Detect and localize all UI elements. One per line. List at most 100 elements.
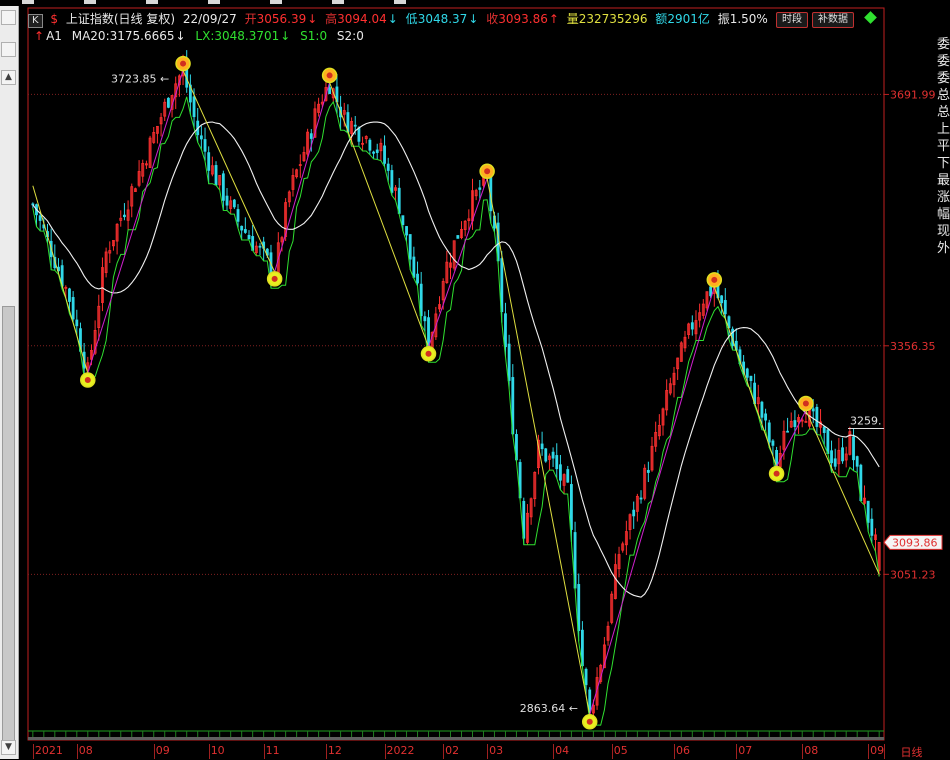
peak-marker — [706, 272, 723, 288]
candle-body — [214, 165, 218, 186]
candle — [628, 513, 632, 540]
zigzag-segment — [182, 70, 276, 273]
panel-label: 下 — [937, 156, 950, 171]
marker-dot — [326, 72, 333, 79]
candle — [412, 246, 416, 279]
candle-body — [709, 286, 713, 297]
x-tick-label: 10 — [210, 744, 225, 757]
candle-body — [372, 151, 375, 154]
candle-body — [207, 152, 211, 171]
candle — [749, 375, 753, 389]
time-period-button[interactable]: 时段 — [776, 12, 808, 28]
candle — [874, 528, 877, 552]
candles — [31, 50, 881, 726]
candle-body — [192, 96, 196, 118]
candle-body — [405, 226, 408, 236]
x-tick-label: 05 — [613, 744, 628, 757]
zigzag-segment — [486, 178, 591, 715]
y-axis: 3691.99 3356.35 3051.23 3093.86 3259. — [848, 88, 943, 581]
candle — [449, 252, 452, 279]
lx-line — [32, 96, 880, 726]
candle — [104, 247, 108, 278]
candle-body — [225, 195, 229, 206]
amount-label: 额 — [655, 12, 668, 26]
level-label: 3259. — [850, 414, 882, 427]
candle — [646, 461, 650, 483]
price-annotations: 3723.85 ← 2863.64 ← — [111, 73, 578, 715]
candle-body — [236, 209, 240, 222]
candle — [126, 200, 130, 230]
candle — [467, 209, 471, 230]
zigzag-segment — [32, 185, 89, 374]
candle — [335, 73, 339, 114]
candle-body — [855, 456, 859, 467]
zigzag-segment — [805, 410, 880, 575]
candle-body — [584, 668, 588, 686]
candle-body — [357, 127, 361, 142]
panel-label: 现 — [937, 224, 950, 239]
panel-label: 委 — [937, 54, 950, 69]
candle-body — [852, 436, 855, 461]
candle — [416, 261, 419, 287]
zigzag-segment — [274, 82, 331, 273]
candle-body — [811, 408, 815, 412]
candle — [639, 490, 643, 504]
marker-dot — [180, 60, 187, 67]
candle — [71, 291, 75, 323]
candle-body — [408, 234, 412, 260]
candle — [364, 135, 368, 144]
candle-body — [870, 518, 874, 536]
candle-body — [401, 215, 405, 225]
candle — [672, 366, 676, 398]
indicator-name[interactable]: A1 — [46, 29, 62, 43]
candle — [243, 217, 247, 234]
candle — [687, 322, 691, 339]
panel-label: 外 — [937, 241, 950, 256]
candle — [251, 224, 255, 251]
supplement-data-button[interactable]: 补数据 — [812, 12, 854, 28]
candle — [848, 426, 852, 456]
candle-body — [328, 87, 332, 95]
s1-label: S1: — [300, 29, 320, 43]
arrow-up-icon: ↑ — [548, 12, 559, 26]
candle — [819, 409, 822, 436]
candle-body — [507, 343, 511, 381]
trough-marker — [420, 346, 437, 362]
candle — [130, 183, 134, 218]
candle — [661, 407, 665, 436]
candle — [214, 161, 218, 186]
x-tick-label: 08 — [804, 744, 819, 757]
candle — [456, 235, 460, 239]
candle — [617, 546, 621, 578]
candle — [298, 154, 302, 178]
s2-value: 0 — [356, 29, 364, 43]
x-tick — [868, 744, 870, 759]
candle — [544, 447, 548, 463]
quote-date: 22/09/27 — [182, 12, 237, 26]
candle — [188, 74, 192, 115]
candle-body — [646, 469, 650, 473]
candle — [694, 310, 698, 341]
period-label[interactable]: 日线 — [884, 744, 938, 759]
candlestick-chart[interactable]: 3723.85 ← 2863.64 ← 3691.99 3356.35 3051.23… — [0, 0, 950, 759]
candle-body — [423, 316, 427, 322]
candle-body — [720, 295, 724, 304]
candle — [258, 243, 262, 256]
candle — [144, 160, 148, 169]
x-tick-label: 2021 — [34, 744, 63, 757]
k-button[interactable]: K — [28, 14, 43, 28]
candle-body — [632, 509, 636, 517]
candle — [463, 220, 467, 237]
candle-body — [841, 447, 844, 462]
volume-bar — [28, 737, 884, 740]
panel-label: 平 — [937, 139, 950, 154]
candle — [679, 341, 683, 362]
candle — [837, 437, 841, 477]
x-tick — [32, 744, 34, 759]
y-tick-label: 3356.35 — [890, 340, 936, 353]
candle — [786, 417, 789, 433]
candle — [452, 240, 456, 271]
candle — [141, 159, 145, 183]
arrow-down-icon: ↓ — [387, 12, 398, 26]
candle — [841, 437, 844, 464]
